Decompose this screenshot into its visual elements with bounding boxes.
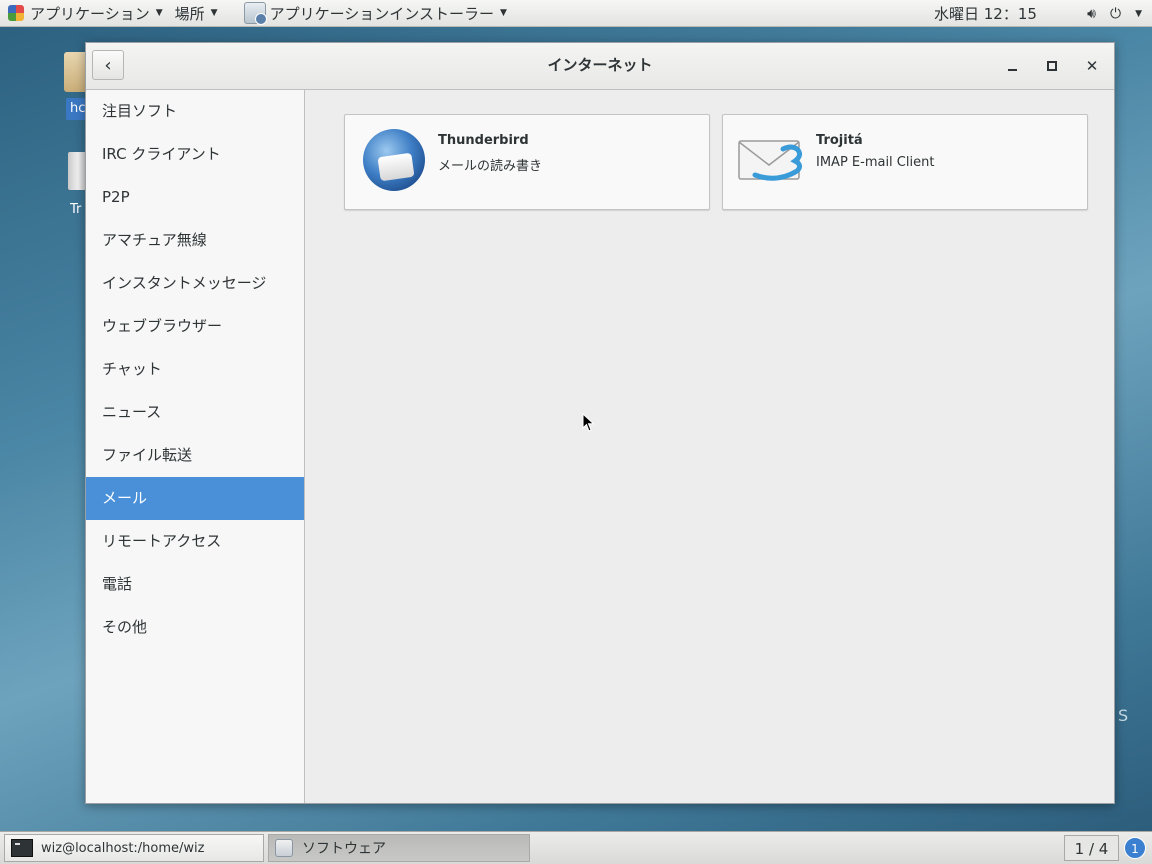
close-button[interactable]: ✕ [1081, 55, 1103, 77]
sidebar-item-featured[interactable]: 注目ソフト [86, 90, 304, 133]
taskbar-item-label: ソフトウェア [302, 841, 386, 857]
applications-menu[interactable]: アプリケーション ▼ [2, 0, 169, 27]
software-window: インターネット ‹ ✕ 注目ソフト IRC クライアント P2P アマチュア無線… [85, 42, 1115, 804]
caret-down-icon: ▼ [499, 8, 507, 18]
taskbar-item-label: wiz@localhost:/home/wiz [41, 840, 205, 856]
places-menu-label: 場所 [174, 4, 205, 23]
caret-down-icon: ▼ [155, 8, 163, 18]
app-name: Trojitá [816, 133, 863, 148]
close-icon: ✕ [1085, 57, 1099, 75]
app-tile-thunderbird[interactable]: Thunderbird メールの読み書き [344, 114, 710, 210]
taskbar-item-terminal[interactable]: wiz@localhost:/home/wiz [4, 834, 264, 862]
system-menu[interactable]: 🔊︎ ⏻ ▼ [1087, 0, 1142, 27]
app-grid: Thunderbird メールの読み書き Trojitá IMAP E-mail… [305, 90, 1114, 803]
taskbar-item-software[interactable]: ソフトウェア [268, 834, 530, 862]
mouse-cursor-icon [582, 413, 595, 432]
applications-logo-icon [8, 5, 24, 21]
software-icon [275, 839, 293, 857]
header-bar: インターネット ‹ ✕ [86, 43, 1114, 90]
minimize-button[interactable] [1001, 55, 1023, 77]
app-tile-trojita[interactable]: Trojitá IMAP E-mail Client [722, 114, 1088, 210]
wallpaper-text: S [1118, 706, 1129, 725]
window-title: インターネット [547, 56, 653, 74]
notification-badge[interactable]: 1 [1124, 837, 1146, 859]
sidebar-item-telephony[interactable]: 電話 [86, 563, 304, 606]
back-button[interactable]: ‹ [92, 50, 124, 80]
power-icon: ⏻ [1110, 5, 1122, 22]
sidebar-item-remote-access[interactable]: リモートアクセス [86, 520, 304, 563]
app-summary: IMAP E-mail Client [816, 155, 935, 170]
sidebar-item-p2p[interactable]: P2P [86, 176, 304, 219]
chevron-left-icon: ‹ [104, 54, 112, 76]
terminal-icon [11, 839, 33, 857]
software-installer-icon [243, 2, 267, 25]
maximize-button[interactable] [1041, 55, 1063, 77]
applications-menu-label: アプリケーション [30, 4, 150, 23]
maximize-icon [1047, 61, 1057, 71]
sidebar-item-web-browsers[interactable]: ウェブブラウザー [86, 305, 304, 348]
sidebar-item-file-transfer[interactable]: ファイル転送 [86, 434, 304, 477]
sidebar-item-ham-radio[interactable]: アマチュア無線 [86, 219, 304, 262]
minimize-icon [1007, 69, 1017, 71]
thunderbird-logo-icon [363, 129, 425, 191]
caret-down-icon: ▼ [1135, 8, 1142, 19]
app-name: Thunderbird [438, 133, 529, 148]
sidebar-item-other[interactable]: その他 [86, 606, 304, 649]
caret-down-icon: ▼ [210, 8, 218, 18]
app-summary: メールの読み書き [438, 159, 543, 174]
trojita-envelope-icon [738, 140, 803, 181]
places-menu[interactable]: 場所 ▼ [169, 0, 224, 27]
active-app-menu[interactable]: アプリケーションインストーラー ▼ [238, 0, 513, 27]
volume-icon: 🔊︎ [1087, 5, 1096, 22]
category-sidebar: 注目ソフト IRC クライアント P2P アマチュア無線 インスタントメッセージ… [86, 90, 305, 803]
top-panel: アプリケーション ▼ 場所 ▼ アプリケーションインストーラー ▼ 水曜日 12… [0, 0, 1152, 27]
bottom-panel: wiz@localhost:/home/wiz ソフトウェア 1 / 4 1 [0, 831, 1152, 864]
sidebar-item-mail[interactable]: メール [86, 477, 304, 520]
clock[interactable]: 水曜日 12：15 [934, 0, 1037, 27]
sidebar-item-chat[interactable]: チャット [86, 348, 304, 391]
sidebar-item-news[interactable]: ニュース [86, 391, 304, 434]
active-app-label: アプリケーションインストーラー [269, 4, 494, 23]
workspace-switcher[interactable]: 1 / 4 [1064, 835, 1119, 861]
sidebar-item-instant-messaging[interactable]: インスタントメッセージ [86, 262, 304, 305]
sidebar-item-irc[interactable]: IRC クライアント [86, 133, 304, 176]
